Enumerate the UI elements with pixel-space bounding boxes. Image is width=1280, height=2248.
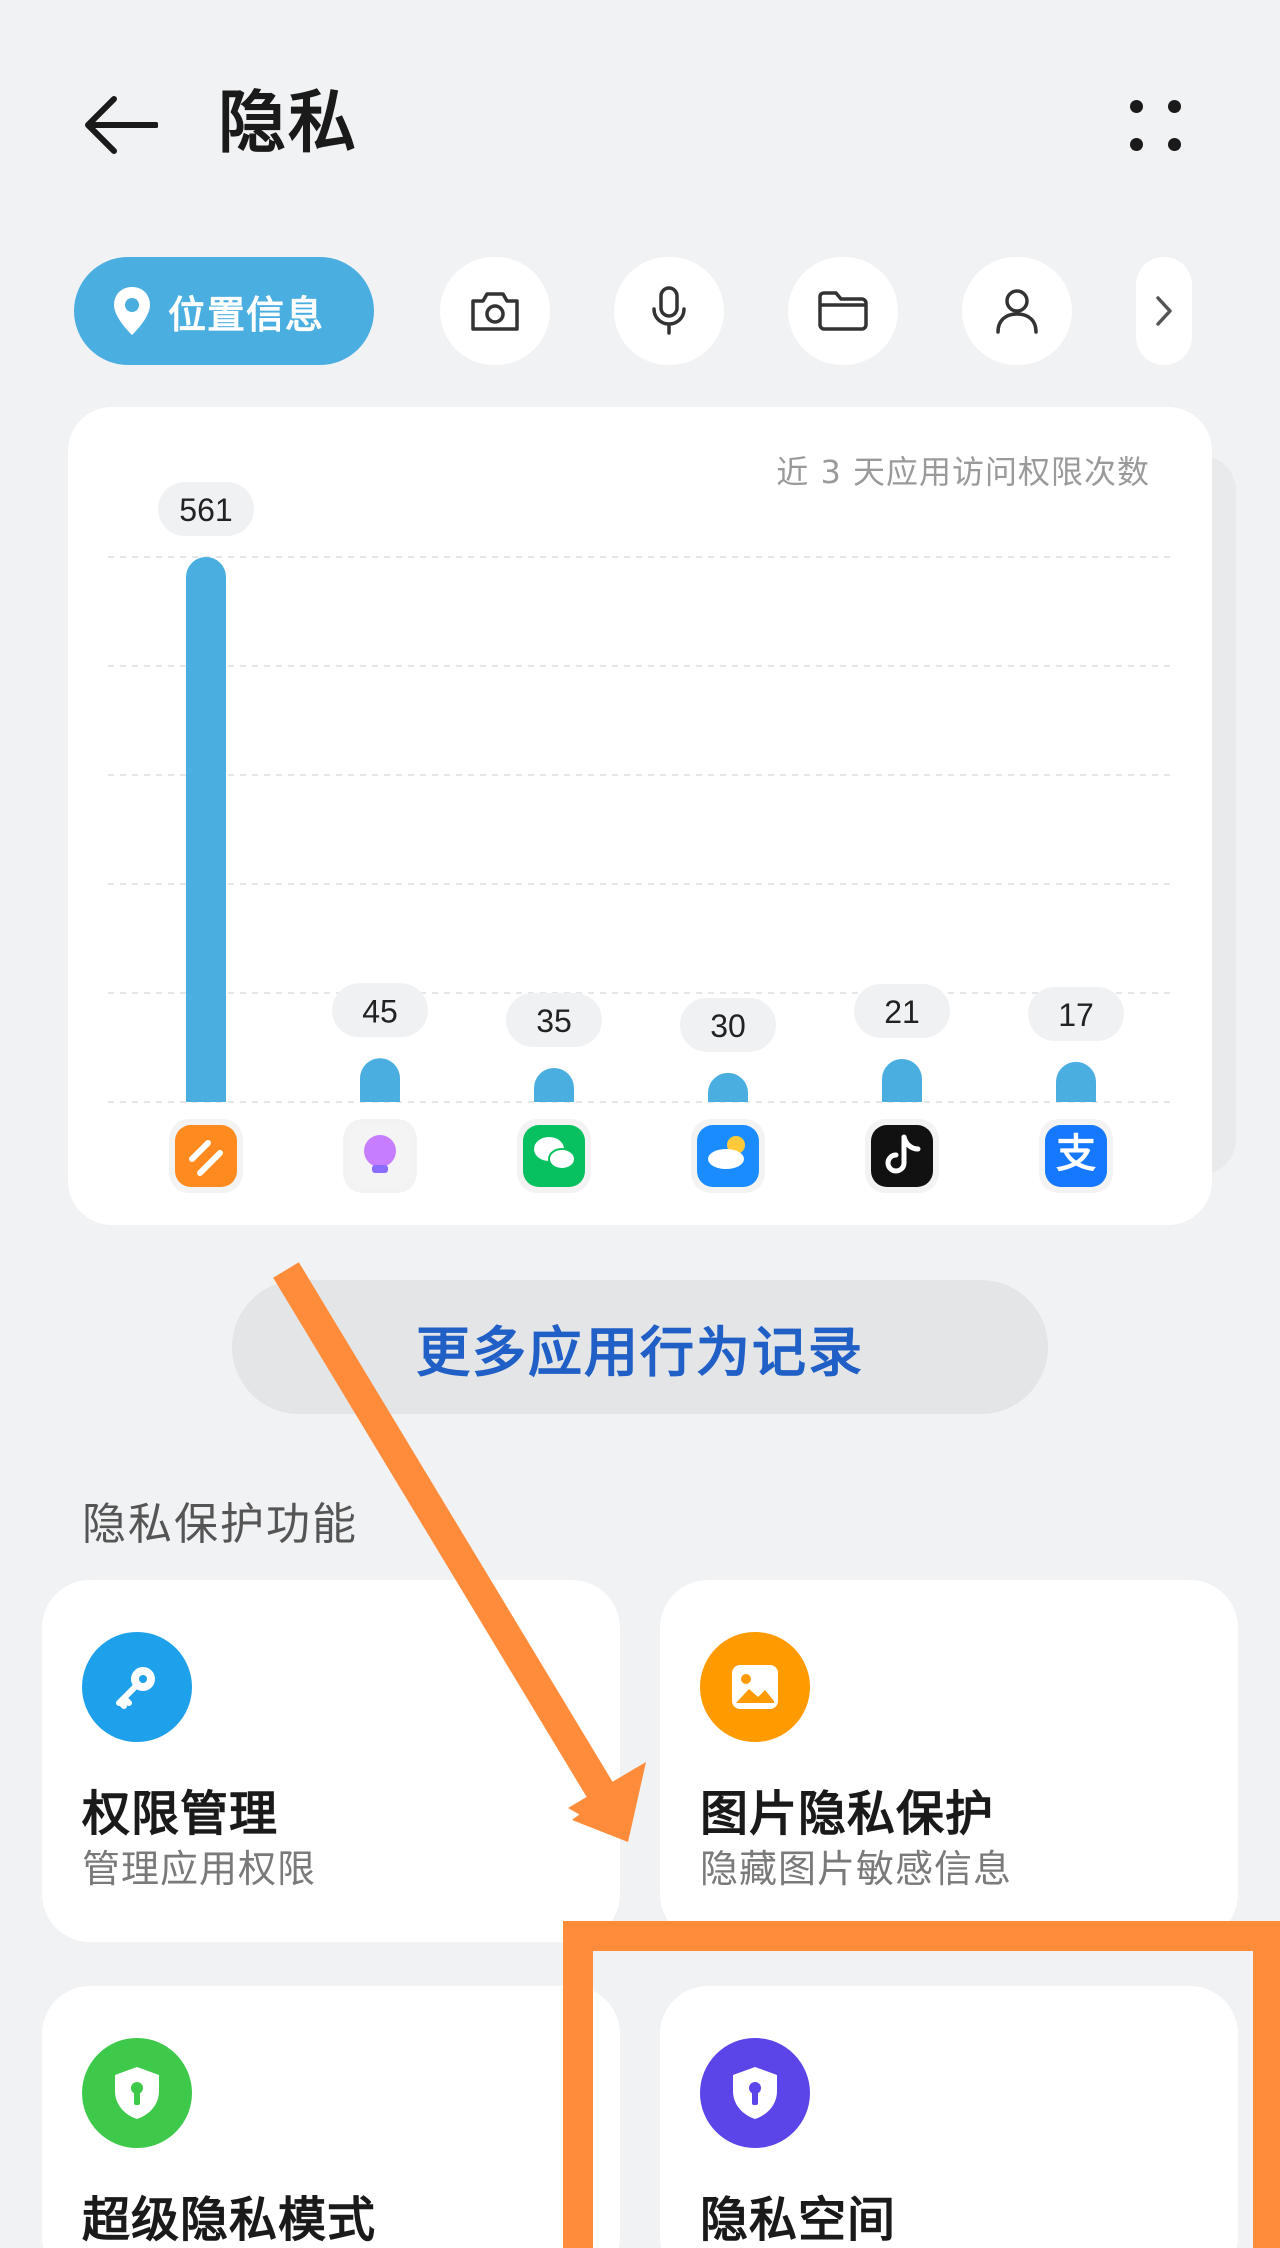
lock-shield-icon bbox=[700, 2038, 810, 2148]
feature-super-privacy-mode[interactable]: 超级隐私模式 bbox=[42, 1986, 620, 2248]
location-pin-icon bbox=[114, 287, 150, 335]
value-label: 21 bbox=[884, 994, 920, 1030]
folder-icon bbox=[818, 291, 868, 331]
alipay-icon: 支 bbox=[1056, 1131, 1096, 1177]
filter-chip-label: 位置信息 bbox=[168, 292, 325, 337]
arrow-left-icon bbox=[85, 96, 158, 154]
feature-title: 权限管理 bbox=[82, 1786, 279, 1842]
weather-cloud-icon bbox=[708, 1149, 744, 1169]
contacts-icon bbox=[996, 289, 1038, 334]
chevron-right-icon bbox=[1156, 296, 1172, 326]
camera-icon bbox=[471, 292, 519, 331]
feature-title: 图片隐私保护 bbox=[700, 1786, 995, 1842]
bar bbox=[534, 1067, 574, 1102]
bar bbox=[1056, 1061, 1096, 1102]
wechat-icon-bubble bbox=[548, 1148, 576, 1170]
filter-chip-camera[interactable] bbox=[440, 257, 550, 365]
app-icon bbox=[175, 1125, 237, 1187]
feature-subtitle: 隐藏图片敏感信息 bbox=[700, 1847, 1013, 1891]
filter-scroll-right-button[interactable] bbox=[1136, 257, 1192, 365]
assistant-app-icon bbox=[364, 1135, 396, 1167]
feature-image-privacy[interactable]: 图片隐私保护 隐藏图片敏感信息 bbox=[660, 1580, 1238, 1942]
feature-permission-management[interactable]: 权限管理 管理应用权限 bbox=[42, 1580, 620, 1942]
assistant-app-icon-base bbox=[372, 1165, 388, 1173]
filter-chip-contacts[interactable] bbox=[962, 257, 1072, 365]
more-options-button[interactable] bbox=[1112, 84, 1198, 170]
bar bbox=[708, 1072, 748, 1102]
more-records-button[interactable]: 更多应用行为记录 bbox=[232, 1280, 1048, 1414]
feature-private-space[interactable]: 隐私空间 bbox=[660, 1986, 1238, 2248]
value-label: 561 bbox=[179, 492, 232, 528]
feature-title: 超级隐私模式 bbox=[82, 2192, 377, 2248]
bar bbox=[186, 557, 226, 1102]
chart-card[interactable]: 近 3 天应用访问权限次数 561 45 35 30 21 17 支 bbox=[68, 407, 1212, 1225]
value-label: 35 bbox=[536, 1003, 572, 1039]
key-icon bbox=[82, 1632, 192, 1742]
section-title: 隐私保护功能 bbox=[82, 1499, 358, 1550]
value-label: 45 bbox=[362, 993, 398, 1029]
filter-chip-files[interactable] bbox=[788, 257, 898, 365]
microphone-icon bbox=[652, 286, 686, 335]
filter-chip-location[interactable]: 位置信息 bbox=[74, 257, 374, 365]
back-button[interactable] bbox=[76, 80, 166, 170]
bar bbox=[882, 1059, 922, 1102]
bar bbox=[360, 1058, 400, 1102]
bar-chart: 561 45 35 30 21 17 支 bbox=[108, 482, 1176, 1193]
shield-icon bbox=[82, 2038, 192, 2148]
feature-title: 隐私空间 bbox=[700, 2192, 897, 2248]
feature-subtitle: 管理应用权限 bbox=[82, 1847, 317, 1891]
value-label: 17 bbox=[1058, 997, 1094, 1033]
page-title: 隐私 bbox=[218, 84, 359, 163]
value-label: 30 bbox=[710, 1008, 746, 1044]
image-icon bbox=[700, 1632, 810, 1742]
filter-chip-microphone[interactable] bbox=[614, 257, 724, 365]
